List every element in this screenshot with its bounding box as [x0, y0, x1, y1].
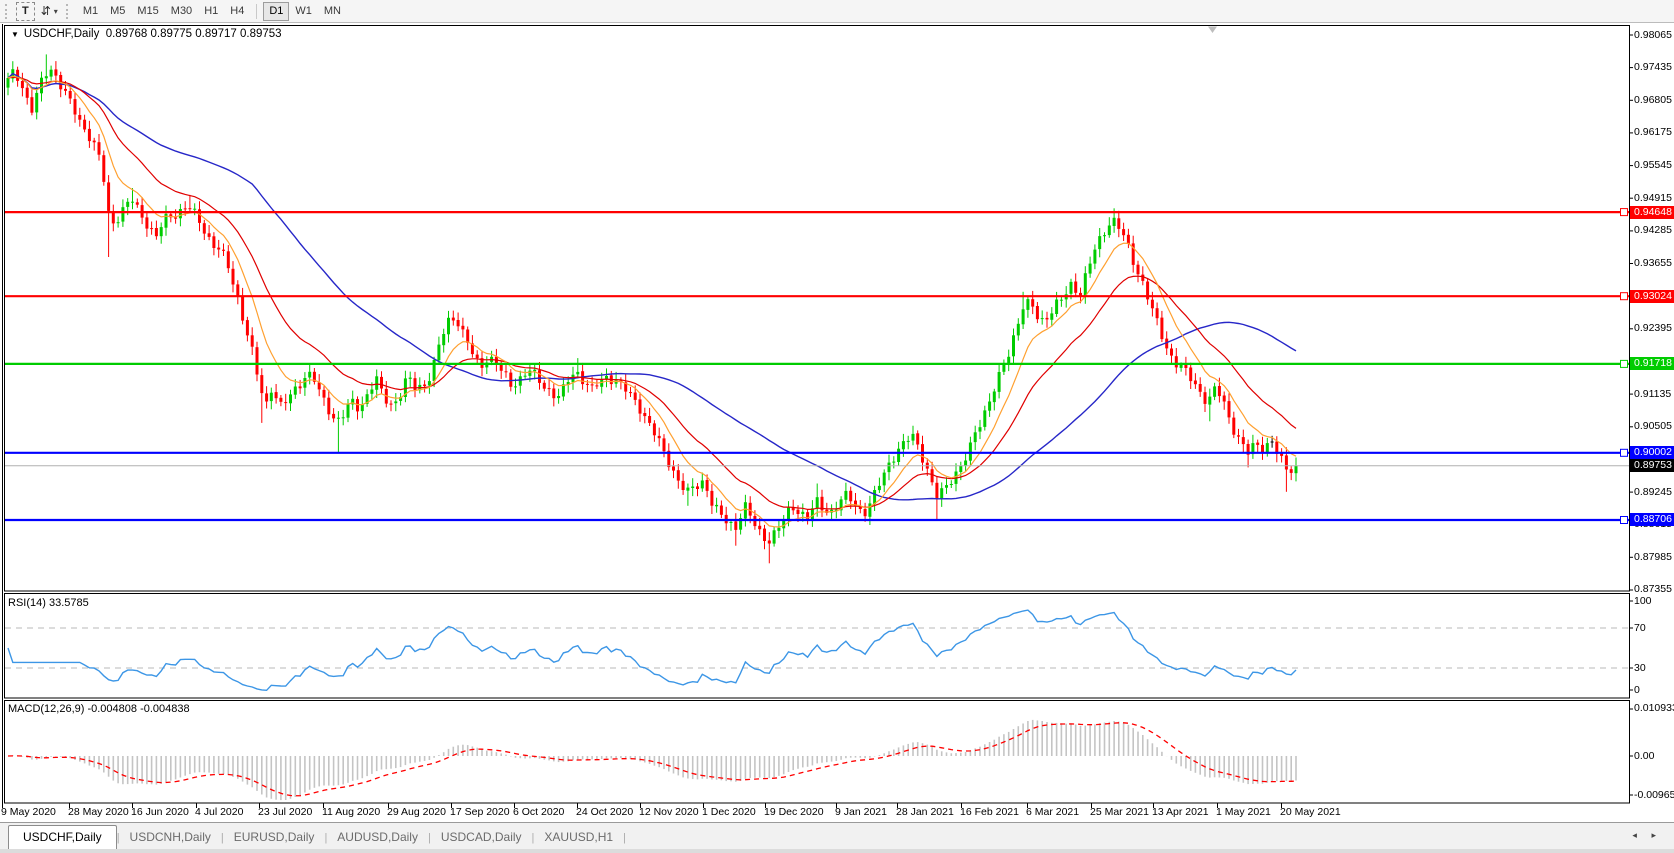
date-label: 6 Mar 2021 [1026, 806, 1080, 818]
trading-platform-window: T ⇵ ▾ M1 M5 M15 M30 H1 H4 D1 W1 MN ▼ USDCHF,Daily… [0, 0, 1674, 853]
hline-price-label: 0.90002 [1630, 446, 1674, 460]
macd-tick-label: 0.010933 [1634, 702, 1674, 715]
price-tick-label: 0.87985 [1634, 550, 1672, 563]
chart-symbol-period: USDCHF,Daily [23, 28, 100, 40]
chart-canvas[interactable] [0, 0, 1674, 853]
date-label: 24 Oct 2020 [576, 806, 634, 818]
date-label: 9 May 2020 [1, 806, 56, 818]
date-label: 1 Dec 2020 [702, 806, 756, 818]
macd-tick-label: 0.00 [1634, 749, 1655, 762]
hline-price-label: 0.94648 [1630, 205, 1674, 219]
chart-tab-usdcad[interactable]: USDCAD,Daily [431, 826, 532, 849]
date-label: 28 May 2020 [68, 806, 129, 818]
hline-price-label: 0.88706 [1630, 513, 1674, 527]
chart-tabs: USDCHF,Daily | USDCNH,Daily | EURUSD,Daily | A… [8, 824, 626, 850]
hline-price-label: 0.91718 [1630, 357, 1674, 371]
date-label: 11 Aug 2020 [322, 806, 381, 818]
price-tick-label: 0.90505 [1634, 420, 1672, 433]
date-label: 29 Aug 2020 [387, 806, 446, 818]
price-tick-label: 0.97435 [1634, 61, 1672, 74]
chart-menu-icon[interactable]: ▼ [11, 30, 19, 39]
tab-scroll-right-icon[interactable]: ▸ [1651, 830, 1656, 840]
date-label: 17 Sep 2020 [450, 806, 510, 818]
price-tick-label: 0.96805 [1634, 93, 1672, 106]
price-tick-label: 0.93655 [1634, 257, 1672, 270]
chart-tab-bar: USDCHF,Daily | USDCNH,Daily | EURUSD,Daily | A… [0, 822, 1674, 850]
date-label: 16 Jun 2020 [131, 806, 189, 818]
rsi-tick-label: 100 [1634, 594, 1652, 607]
chart-tab-usdcnh[interactable]: USDCNH,Daily [120, 826, 221, 849]
rsi-tick-label: 70 [1634, 621, 1646, 634]
price-tick-label: 0.98065 [1634, 28, 1672, 41]
date-label: 25 Mar 2021 [1090, 806, 1149, 818]
chart-tab-eurusd[interactable]: EURUSD,Daily [224, 826, 325, 849]
date-label: 9 Jan 2021 [835, 806, 887, 818]
date-label: 4 Jul 2020 [195, 806, 244, 818]
price-tick-label: 0.94915 [1634, 191, 1672, 204]
hline-price-label: 0.89753 [1630, 459, 1674, 473]
tab-scroll-arrows: ◂ ▸ [1620, 830, 1656, 841]
date-label: 20 May 2021 [1280, 806, 1341, 818]
rsi-indicator-label: RSI(14) 33.5785 [8, 597, 89, 609]
bottom-scrollbar[interactable] [0, 849, 1674, 853]
date-label: 6 Oct 2020 [513, 806, 565, 818]
price-tick-label: 0.94285 [1634, 224, 1672, 237]
chart-tab-audusd[interactable]: AUDUSD,Daily [327, 826, 428, 849]
macd-indicator-label: MACD(12,26,9) -0.004808 -0.004838 [8, 703, 190, 715]
chart-ohlc-quotes: 0.89768 0.89775 0.89717 0.89753 [105, 28, 282, 40]
rsi-tick-label: 30 [1634, 661, 1646, 674]
chart-tab-xauusd[interactable]: XAUUSD,H1 [534, 826, 623, 849]
date-label: 16 Feb 2021 [960, 806, 1019, 818]
date-label: 28 Jan 2021 [896, 806, 954, 818]
tab-divider: | [623, 832, 626, 844]
date-label: 12 Nov 2020 [639, 806, 699, 818]
tab-scroll-left-icon[interactable]: ◂ [1632, 830, 1637, 840]
rsi-tick-label: 0 [1634, 683, 1640, 696]
chart-tab-usdchf[interactable]: USDCHF,Daily [8, 825, 117, 850]
date-label: 1 May 2021 [1216, 806, 1271, 818]
date-label: 23 Jul 2020 [258, 806, 313, 818]
price-tick-label: 0.95545 [1634, 159, 1672, 172]
hline-price-label: 0.93024 [1630, 289, 1674, 303]
price-tick-label: 0.89245 [1634, 485, 1672, 498]
price-tick-label: 0.96175 [1634, 126, 1672, 139]
date-label: 19 Dec 2020 [764, 806, 824, 818]
chart-title: ▼ USDCHF,Daily 0.89768 0.89775 0.89717 0.… [11, 28, 282, 40]
price-tick-label: 0.92395 [1634, 322, 1672, 335]
date-label: 13 Apr 2021 [1152, 806, 1209, 818]
price-tick-label: 0.91135 [1634, 387, 1672, 400]
macd-tick-label: -0.009653 [1634, 788, 1674, 801]
